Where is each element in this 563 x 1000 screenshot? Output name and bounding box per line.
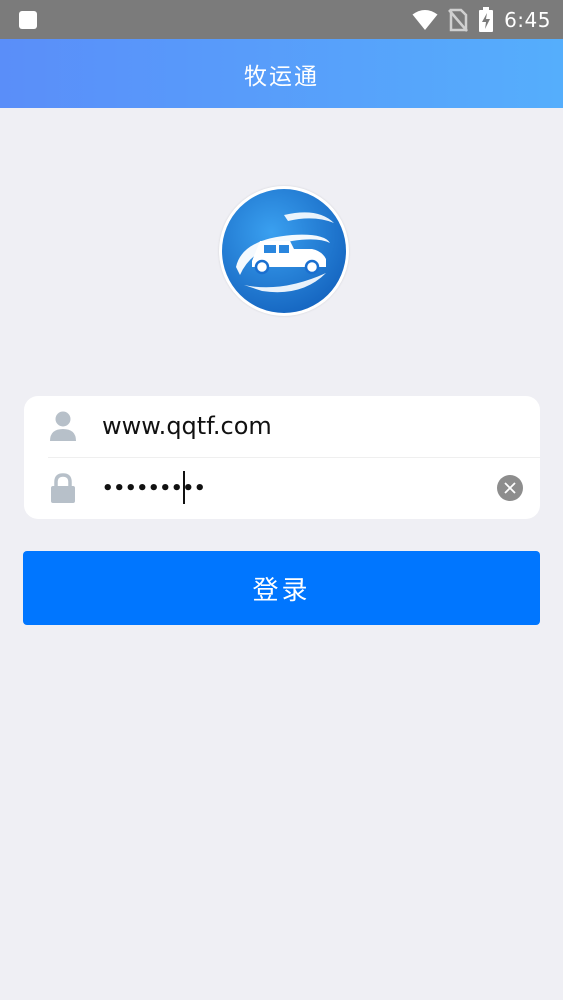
lock-icon (49, 472, 77, 504)
status-bar: 6:45 (0, 0, 563, 39)
login-screen: 6:45 牧运通 www.qqtf.com ••••••••• 登录 (0, 0, 563, 1000)
app-logo (219, 186, 349, 316)
login-form: www.qqtf.com ••••••••• (24, 396, 540, 519)
username-field[interactable]: www.qqtf.com (24, 396, 540, 457)
username-input[interactable]: www.qqtf.com (102, 396, 272, 457)
app-header: 牧运通 (0, 39, 563, 108)
login-button[interactable]: 登录 (23, 551, 540, 625)
no-sim-icon (448, 8, 469, 32)
status-right: 6:45 (412, 0, 551, 39)
battery-charging-icon (478, 6, 494, 33)
page-title: 牧运通 (244, 63, 319, 90)
password-input[interactable]: ••••••••• (102, 458, 206, 519)
clear-icon[interactable] (497, 475, 523, 501)
login-button-label: 登录 (252, 575, 311, 606)
status-time: 6:45 (504, 7, 551, 32)
wifi-icon (412, 9, 438, 31)
user-icon (49, 410, 77, 442)
notification-icon (19, 11, 37, 29)
truck-logo-icon (222, 189, 346, 313)
text-cursor (183, 471, 185, 504)
password-field[interactable]: ••••••••• (24, 458, 540, 519)
